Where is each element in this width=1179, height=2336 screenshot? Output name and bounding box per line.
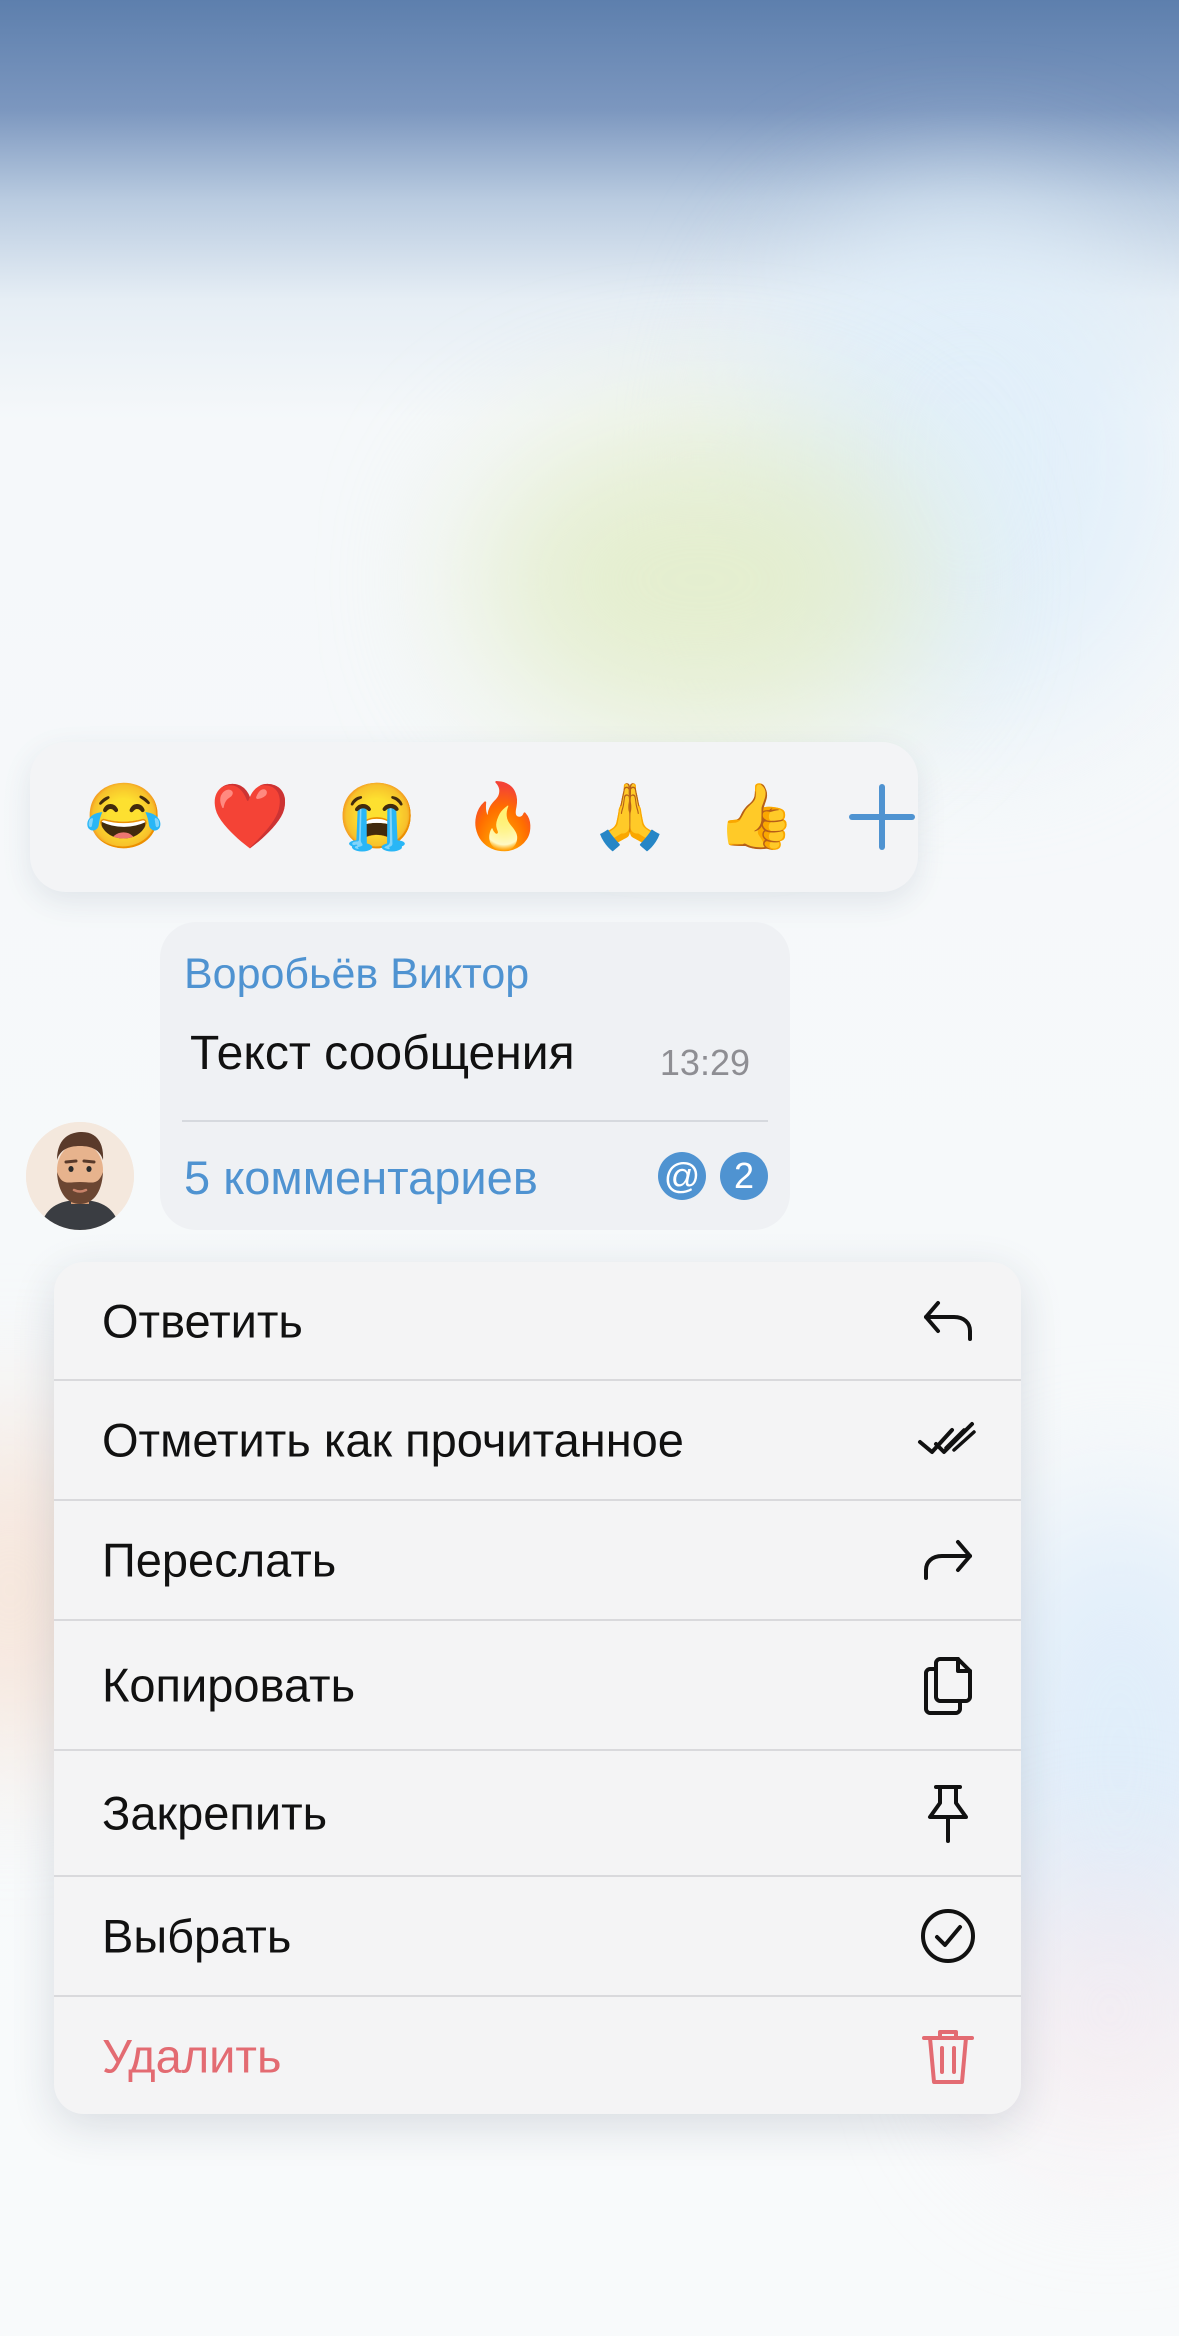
sender-name[interactable]: Воробьёв Виктор: [184, 950, 529, 999]
bubble-divider: [182, 1120, 768, 1122]
mention-badge: @: [658, 1152, 706, 1200]
check-circle-icon: [916, 1904, 980, 1968]
menu-item-label: Копировать: [102, 1658, 356, 1712]
reply-arrow-icon: [916, 1289, 980, 1353]
menu-item-label: Удалить: [102, 2029, 282, 2082]
bearded-man-avatar-icon: [26, 1122, 134, 1230]
menu-item-mark-read[interactable]: Отметить как прочитанное: [54, 1381, 1021, 1499]
reaction-folded-hands[interactable]: 🙏: [590, 777, 670, 857]
reaction-loudly-crying[interactable]: 😭: [337, 777, 417, 857]
context-menu: Ответить Отметить как прочитанное Пересл…: [54, 1262, 1021, 2114]
message-text: Текст сообщения: [190, 1027, 575, 1080]
message-time: 13:29: [659, 1042, 750, 1083]
menu-item-pin[interactable]: Закрепить: [54, 1751, 1021, 1875]
double-check-icon: [916, 1408, 980, 1472]
reaction-red-heart[interactable]: ❤️: [210, 777, 290, 857]
comments-link[interactable]: 5 комментариев: [184, 1150, 538, 1205]
menu-item-delete[interactable]: Удалить: [54, 1997, 1021, 2114]
copy-documents-icon: [916, 1653, 980, 1717]
menu-item-label: Отметить как прочитанное: [102, 1413, 684, 1467]
trash-icon: [916, 2024, 980, 2088]
menu-item-select[interactable]: Выбрать: [54, 1877, 1021, 1995]
reaction-laughing-tears[interactable]: 😂: [84, 777, 164, 857]
menu-item-label: Ответить: [102, 1294, 303, 1347]
plus-icon: [849, 784, 915, 850]
pin-icon: [916, 1781, 980, 1845]
menu-item-label: Переслать: [102, 1533, 337, 1587]
reaction-fire[interactable]: 🔥: [463, 777, 543, 857]
reaction-thumbs-up[interactable]: 👍: [716, 777, 796, 857]
menu-item-forward[interactable]: Переслать: [54, 1501, 1021, 1619]
background-blur-blob: [470, 420, 930, 740]
menu-item-label: Выбрать: [102, 1909, 292, 1963]
unread-count-badge: 2: [720, 1152, 768, 1200]
message-bubble[interactable]: Воробьёв Виктор Текст сообщения 13:29 5 …: [160, 922, 790, 1230]
add-reaction-button[interactable]: [842, 777, 922, 857]
reaction-bar: 😂 ❤️ 😭 🔥 🙏 👍: [30, 742, 918, 892]
avatar[interactable]: [26, 1122, 134, 1230]
menu-item-label: Закрепить: [102, 1786, 328, 1840]
forward-arrow-icon: [916, 1528, 980, 1592]
menu-item-reply[interactable]: Ответить: [54, 1262, 1021, 1379]
menu-item-copy[interactable]: Копировать: [54, 1621, 1021, 1749]
